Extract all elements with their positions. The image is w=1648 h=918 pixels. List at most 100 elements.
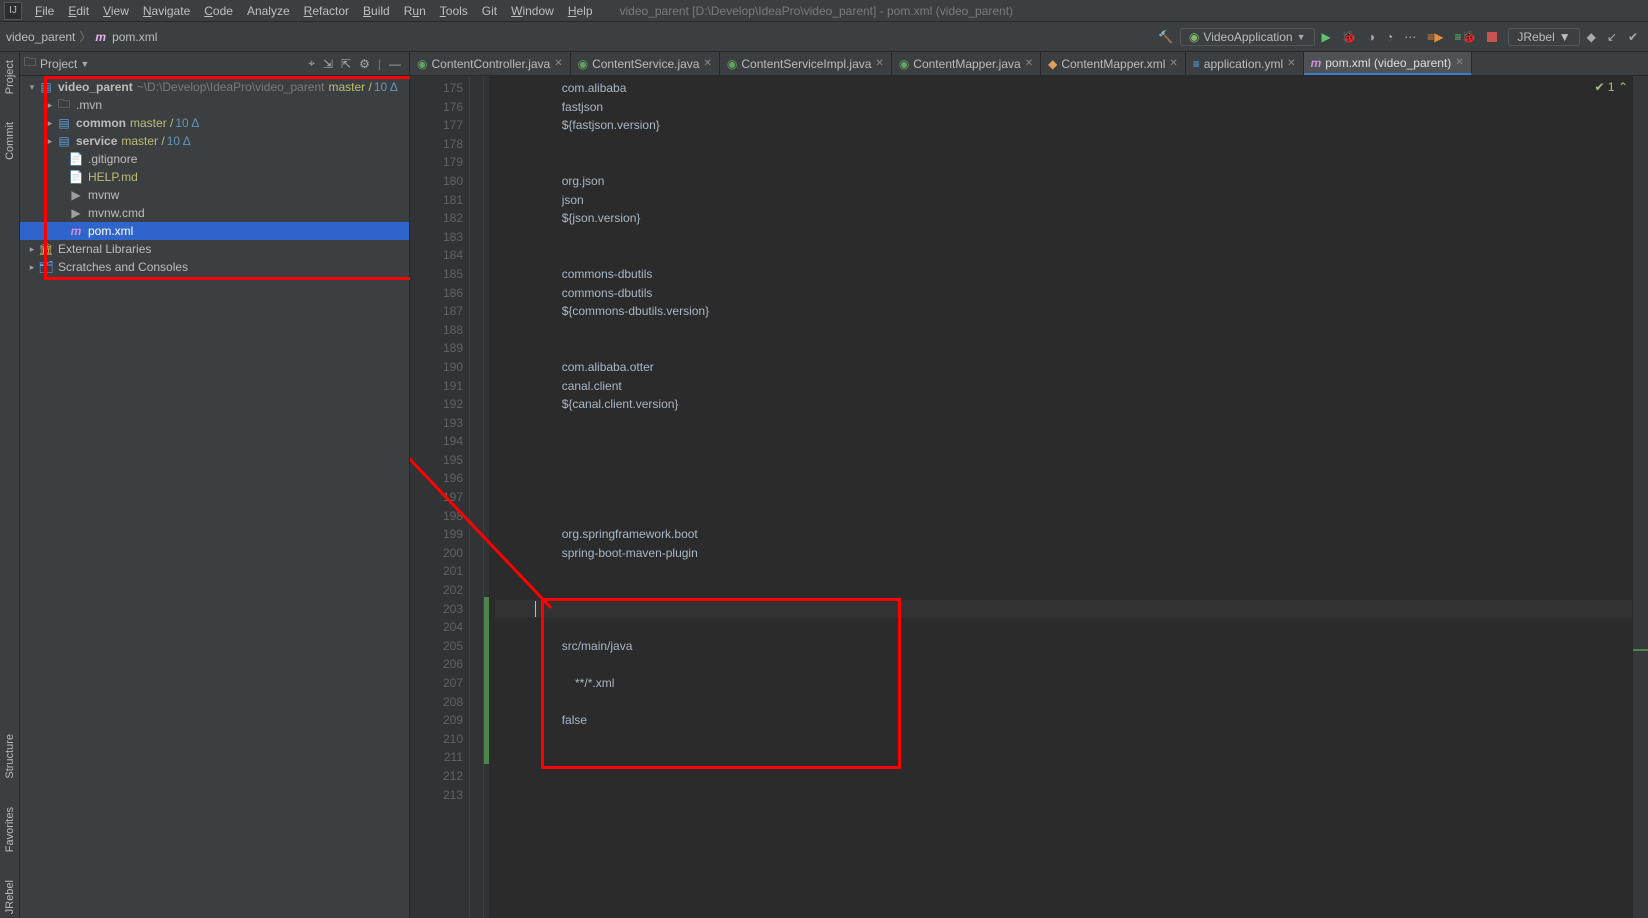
menu-build[interactable]: Build — [356, 4, 397, 18]
close-icon[interactable]: ✕ — [1025, 58, 1033, 69]
editor-tab[interactable]: ◆ContentMapper.xml✕ — [1041, 52, 1186, 75]
toolbar: video_parent 〉 m pom.xml 🔨 ◉ VideoApplic… — [0, 22, 1648, 52]
tree-label: External Libraries — [58, 242, 151, 256]
tree-label: service — [76, 134, 117, 148]
editor-tab[interactable]: ◉ContentController.java✕ — [410, 52, 571, 75]
more-run-icon[interactable]: ⋯ — [1400, 30, 1420, 44]
editor-tab[interactable]: ◉ContentMapper.java✕ — [892, 52, 1041, 75]
file-type-icon: ◉ — [727, 57, 737, 71]
git-changes: 10 Δ — [374, 80, 398, 94]
editor-tabs: ◉ContentController.java✕◉ContentService.… — [410, 52, 1648, 76]
git-commit-icon[interactable]: ✔ — [1624, 30, 1642, 44]
inspection-badge[interactable]: ✔ 1 ⌃ — [1595, 80, 1628, 94]
jrebel-misc-icon[interactable]: ◆ — [1583, 30, 1600, 44]
fold-gutter[interactable] — [470, 76, 484, 918]
rail-project[interactable]: Project — [4, 56, 16, 98]
tree-label: Scratches and Consoles — [58, 260, 188, 274]
menu-analyze[interactable]: Analyze — [240, 4, 297, 18]
jrebel-label: JRebel — [1517, 30, 1554, 44]
tree-row-selected[interactable]: m pom.xml — [20, 222, 409, 240]
code-area[interactable]: com.alibaba fastjson ${fastjson.version}… — [489, 76, 1632, 918]
markdown-icon: 📄 — [68, 170, 84, 184]
menu-run[interactable]: Run — [397, 4, 433, 18]
git-update-icon[interactable]: ↙ — [1603, 30, 1621, 44]
expand-icon[interactable]: ▸ — [26, 262, 38, 273]
tree-row[interactable]: ▸ 🏛 External Libraries — [20, 240, 409, 258]
tab-label: application.yml — [1204, 57, 1283, 71]
tree-row[interactable]: ▸ 🗀 .mvn — [20, 96, 409, 114]
tree-label: .gitignore — [88, 152, 137, 166]
run-config-name: VideoApplication — [1203, 30, 1292, 44]
expand-icon[interactable]: ▸ — [44, 100, 56, 111]
tree-root[interactable]: ▾ ▤ video_parent ~\D:\Develop\IdeaPro\vi… — [20, 78, 409, 96]
tree-path: ~\D:\Develop\IdeaPro\video_parent — [137, 80, 325, 94]
chevron-down-icon[interactable]: ▼ — [80, 59, 89, 69]
profiler-icon[interactable]: ◔ — [1382, 30, 1397, 44]
folder-icon: 🗀 — [56, 95, 72, 116]
select-opened-file-icon[interactable]: ⌖ — [304, 56, 319, 71]
line-gutter[interactable]: 1751761771781791801811821831841851861871… — [410, 76, 470, 918]
jrebel-dropdown[interactable]: JRebel ▼ — [1508, 28, 1579, 46]
tree-row[interactable]: ▸ ▤ service master / 10 Δ — [20, 132, 409, 150]
menu-navigate[interactable]: Navigate — [136, 4, 197, 18]
editor-tab[interactable]: ◉ContentService.java✕ — [571, 52, 720, 75]
jrebel-run-icon[interactable]: ≡▶ — [1423, 30, 1447, 44]
editor-tab[interactable]: mpom.xml (video_parent)✕ — [1304, 52, 1472, 75]
expand-icon[interactable]: ▸ — [26, 244, 38, 255]
run-icon[interactable]: ▶ — [1318, 30, 1335, 44]
expand-icon[interactable]: ▸ — [44, 118, 56, 129]
close-icon[interactable]: ✕ — [703, 58, 711, 69]
tab-label: pom.xml (video_parent) — [1325, 56, 1451, 70]
breadcrumb-file[interactable]: pom.xml — [112, 30, 157, 44]
menubar: IJ FileEditViewNavigateCodeAnalyzeRefact… — [0, 0, 1648, 22]
tree-row[interactable]: 📄 .gitignore — [20, 150, 409, 168]
app-logo-icon: IJ — [4, 2, 22, 20]
project-tree[interactable]: ▾ ▤ video_parent ~\D:\Develop\IdeaPro\vi… — [20, 76, 409, 918]
menu-file[interactable]: File — [28, 4, 61, 18]
project-view-icon: 🗀 — [24, 53, 36, 74]
tree-row[interactable]: 📄 HELP.md — [20, 168, 409, 186]
error-stripe[interactable] — [1632, 76, 1648, 918]
build-icon[interactable]: 🔨 — [1154, 30, 1177, 44]
menu-tools[interactable]: Tools — [433, 4, 475, 18]
tree-row[interactable]: ▶ mvnw.cmd — [20, 204, 409, 222]
jrebel-debug-icon[interactable]: ≡🐞 — [1450, 30, 1480, 44]
editor-tab[interactable]: ≡application.yml✕ — [1186, 52, 1304, 75]
breadcrumb-root[interactable]: video_parent — [6, 30, 75, 44]
stop-icon[interactable] — [1487, 32, 1497, 42]
collapse-all-icon[interactable]: ⇱ — [337, 57, 355, 71]
window-title: video_parent [D:\Develop\IdeaPro\video_p… — [620, 4, 1014, 18]
tree-row[interactable]: ▸ 🗂 Scratches and Consoles — [20, 258, 409, 276]
close-icon[interactable]: ✕ — [1455, 57, 1463, 68]
editor-tab[interactable]: ◉ContentServiceImpl.java✕ — [720, 52, 892, 75]
project-view-title[interactable]: Project — [40, 57, 77, 71]
menu-window[interactable]: Window — [504, 4, 561, 18]
rail-favorites[interactable]: Favorites — [4, 803, 16, 856]
tree-row[interactable]: ▶ mvnw — [20, 186, 409, 204]
run-config-dropdown[interactable]: ◉ VideoApplication ▼ — [1180, 28, 1315, 46]
menu-git[interactable]: Git — [475, 4, 504, 18]
menu-edit[interactable]: Edit — [61, 4, 96, 18]
close-icon[interactable]: ✕ — [875, 58, 883, 69]
debug-icon[interactable]: 🐞 — [1338, 30, 1361, 44]
close-icon[interactable]: ✕ — [554, 58, 562, 69]
coverage-icon[interactable]: ◑ — [1364, 30, 1379, 44]
tree-row[interactable]: ▸ ▤ common master / 10 Δ — [20, 114, 409, 132]
rail-jrebel[interactable]: JRebel — [4, 876, 16, 918]
collapse-icon[interactable]: ▾ — [26, 82, 38, 93]
rail-commit[interactable]: Commit — [4, 118, 16, 164]
close-icon[interactable]: ✕ — [1169, 58, 1177, 69]
menu-code[interactable]: Code — [197, 4, 240, 18]
spring-icon: ◉ — [1189, 30, 1199, 44]
menu-help[interactable]: Help — [561, 4, 600, 18]
close-icon[interactable]: ✕ — [1287, 58, 1295, 69]
gear-icon[interactable]: ⚙ — [355, 57, 374, 71]
file-type-icon: ◆ — [1048, 57, 1057, 71]
hide-panel-icon[interactable]: — — [385, 57, 405, 71]
expand-icon[interactable]: ▸ — [44, 136, 56, 147]
rail-structure[interactable]: Structure — [4, 730, 16, 783]
menu-refactor[interactable]: Refactor — [297, 4, 356, 18]
menu-view[interactable]: View — [96, 4, 136, 18]
module-icon: ▤ — [56, 134, 72, 148]
expand-all-icon[interactable]: ⇲ — [319, 57, 337, 71]
